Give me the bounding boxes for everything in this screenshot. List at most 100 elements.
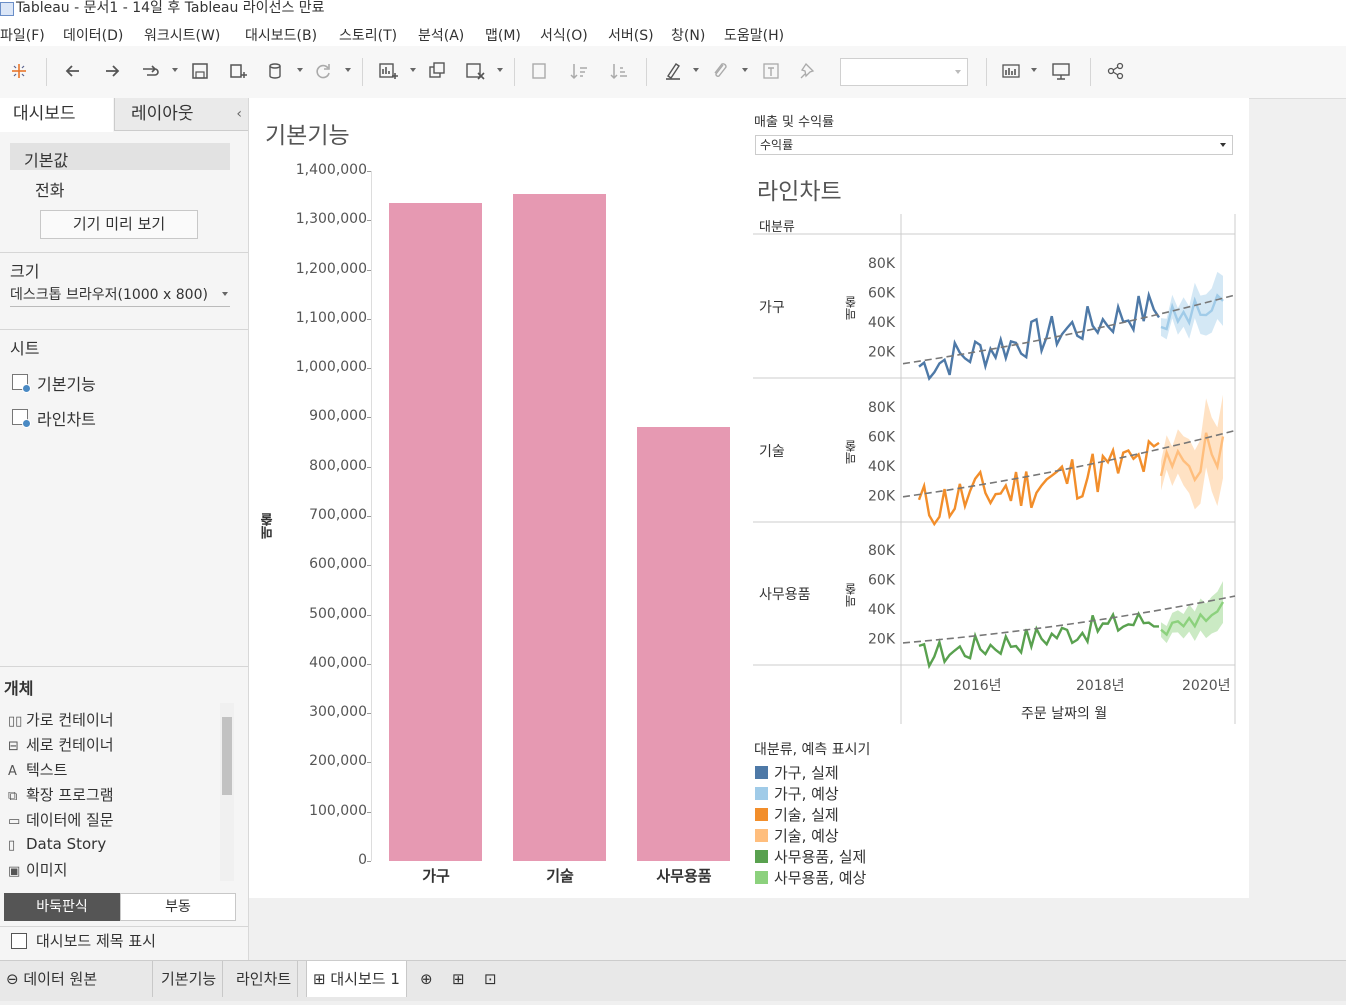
legend-item[interactable]: 기술, 예상 (755, 825, 839, 845)
dashboard-tab-icon: ⊞ (313, 970, 326, 988)
y-tick-label: 800,000 (309, 457, 367, 474)
object-horizontal-container[interactable]: ▯▯ 가로 컨테이너 (8, 709, 114, 731)
horizontal-container-icon: ▯▯ (8, 714, 23, 729)
bar[interactable] (637, 427, 730, 861)
fit-dropdown[interactable] (840, 58, 968, 86)
tab-layout[interactable]: 레이아웃 ‹ (114, 98, 248, 131)
menu-map[interactable]: 맵(M) (485, 25, 521, 45)
menu-file[interactable]: 파일(F) (0, 25, 45, 45)
object-image[interactable]: ▣ 이미지 (8, 859, 67, 881)
labels-icon[interactable] (760, 60, 782, 82)
presentation-icon[interactable] (1050, 60, 1072, 82)
tab-sheet-basic[interactable]: 기본기능 (155, 961, 224, 997)
menu-dashboard[interactable]: 대시보드(B) (245, 25, 317, 45)
bar[interactable] (513, 194, 606, 861)
tab-sheet-linechart[interactable]: 라인차트 (230, 961, 299, 997)
title-bar: Tableau - 문서1 - 14일 후 Tableau 라이선스 만료 (0, 0, 1346, 18)
menu-window[interactable]: 창(N) (671, 25, 705, 45)
line-x-axis-label: 주문 날짜의 월 (1021, 706, 1108, 722)
menu-help[interactable]: 도움말(H) (724, 25, 784, 45)
legend-item[interactable]: 기술, 실제 (755, 804, 839, 824)
tab-dashboard-1[interactable]: ⊞ 대시보드 1 (306, 961, 407, 997)
tab-dashboard[interactable]: 대시보드 (0, 98, 113, 132)
parameter-label: 매출 및 수익률 (754, 115, 835, 130)
device-preview-button[interactable]: 기기 미리 보기 (40, 210, 198, 239)
y-tick-label: 300,000 (309, 704, 367, 721)
new-datasource-icon[interactable] (227, 60, 249, 82)
highlight-icon[interactable] (662, 60, 684, 82)
object-ask-data[interactable]: ▭ 데이터에 질문 (8, 809, 114, 831)
new-story-tab-icon[interactable]: ⊡ (478, 961, 503, 997)
show-title-checkbox[interactable] (11, 933, 27, 949)
scrollbar-thumb[interactable] (222, 717, 232, 795)
x-tick-2020: 2020년 (1182, 678, 1231, 694)
legend-swatch (755, 850, 768, 863)
forecast-band (1161, 394, 1223, 510)
tab-datasource[interactable]: ⊖ 데이터 원본 (0, 961, 153, 997)
object-vertical-container[interactable]: ⊟ 세로 컨테이너 (8, 734, 114, 756)
share-icon[interactable] (1105, 60, 1127, 82)
window-title: Tableau - 문서1 - 14일 후 Tableau 라이선스 만료 (16, 0, 325, 16)
new-dashboard-tab-icon[interactable]: ⊞ (446, 961, 471, 997)
pin-icon[interactable] (797, 60, 819, 82)
device-phone[interactable]: 전화 (35, 177, 64, 201)
legend-item[interactable]: 가구, 실제 (755, 762, 839, 782)
group-icon[interactable] (709, 60, 731, 82)
collapse-panel-icon[interactable]: ‹ (236, 98, 242, 130)
sort-asc-icon[interactable] (568, 60, 590, 82)
floating-button[interactable]: 부동 (120, 893, 236, 921)
object-text[interactable]: A 텍스트 (8, 759, 67, 781)
tiled-button[interactable]: 바둑판식 (4, 893, 120, 921)
pane-label-technology: 기술 (759, 444, 785, 460)
sheet-item-basic[interactable]: 기본기능 (37, 371, 96, 395)
sheets-title: 시트 (10, 339, 40, 358)
legend-item[interactable]: 가구, 예상 (755, 783, 839, 803)
objects-list: ▯▯ 가로 컨테이너 ⊟ 세로 컨테이너 A 텍스트 ⧉ 확장 프로그램 ▭ 데이터에 질… (0, 703, 236, 881)
save-icon[interactable] (189, 60, 211, 82)
row-header-label: 대분류 (759, 220, 795, 235)
new-worksheet-tab-icon[interactable]: ⊕ (414, 961, 439, 997)
refresh-icon[interactable] (312, 60, 334, 82)
y-tick-label: 1,000,000 (295, 359, 367, 376)
y-tick-label: 80K (868, 543, 896, 559)
device-default[interactable]: 기본값 (10, 143, 230, 170)
clear-sheet-icon[interactable] (464, 60, 486, 82)
pane-label-office: 사무용품 (759, 587, 811, 603)
tableau-logo-icon[interactable] (8, 60, 30, 82)
new-worksheet-icon[interactable] (377, 60, 399, 82)
menu-analysis[interactable]: 분석(A) (418, 25, 464, 45)
object-extension[interactable]: ⧉ 확장 프로그램 (8, 784, 114, 806)
menu-server[interactable]: 서버(S) (608, 25, 654, 45)
bar[interactable] (389, 202, 482, 861)
y-tick-label: 40K (868, 315, 896, 331)
menu-worksheet[interactable]: 워크시트(W) (144, 25, 220, 45)
legend-item[interactable]: 사무용품, 예상 (755, 867, 866, 887)
menu-data[interactable]: 데이터(D) (63, 25, 123, 45)
objects-scrollbar[interactable] (220, 703, 234, 881)
menu-format[interactable]: 서식(O) (540, 25, 588, 45)
replay-icon[interactable] (139, 60, 161, 82)
vertical-container-icon: ⊟ (8, 739, 19, 754)
pane-y-axis-label: 매출 (844, 583, 858, 607)
sort-desc-icon[interactable] (608, 60, 630, 82)
pause-updates-icon[interactable] (265, 60, 287, 82)
redo-icon[interactable] (101, 60, 123, 82)
line-sheet-title: 라인차트 (757, 179, 842, 205)
size-dropdown[interactable]: 데스크톱 브라우저(1000 x 800) (10, 284, 230, 307)
bar-sheet-title: 기본기능 (265, 123, 350, 149)
dashboard-side-panel: 대시보드 레이아웃 ‹ 기본값 전화 기기 미리 보기 크기 데스크톱 브라우저(… (0, 98, 249, 960)
menu-story[interactable]: 스토리(T) (339, 25, 397, 45)
x-tick-2018: 2018년 (1076, 678, 1125, 694)
duplicate-sheet-icon[interactable] (426, 60, 448, 82)
y-tick-label: 1,300,000 (295, 211, 367, 228)
show-me-icon[interactable] (1000, 60, 1022, 82)
y-tick-label: 20K (868, 632, 896, 648)
undo-icon[interactable] (62, 60, 84, 82)
sheet-item-linechart[interactable]: 라인차트 (37, 406, 96, 430)
parameter-dropdown[interactable]: 수익률 (755, 135, 1233, 155)
swap-icon[interactable] (528, 60, 550, 82)
y-tick-label: 20K (868, 345, 896, 361)
object-data-story[interactable]: ▯ Data Story (8, 835, 106, 857)
chevron-down-icon (1220, 143, 1226, 147)
legend-item[interactable]: 사무용품, 실제 (755, 846, 866, 866)
